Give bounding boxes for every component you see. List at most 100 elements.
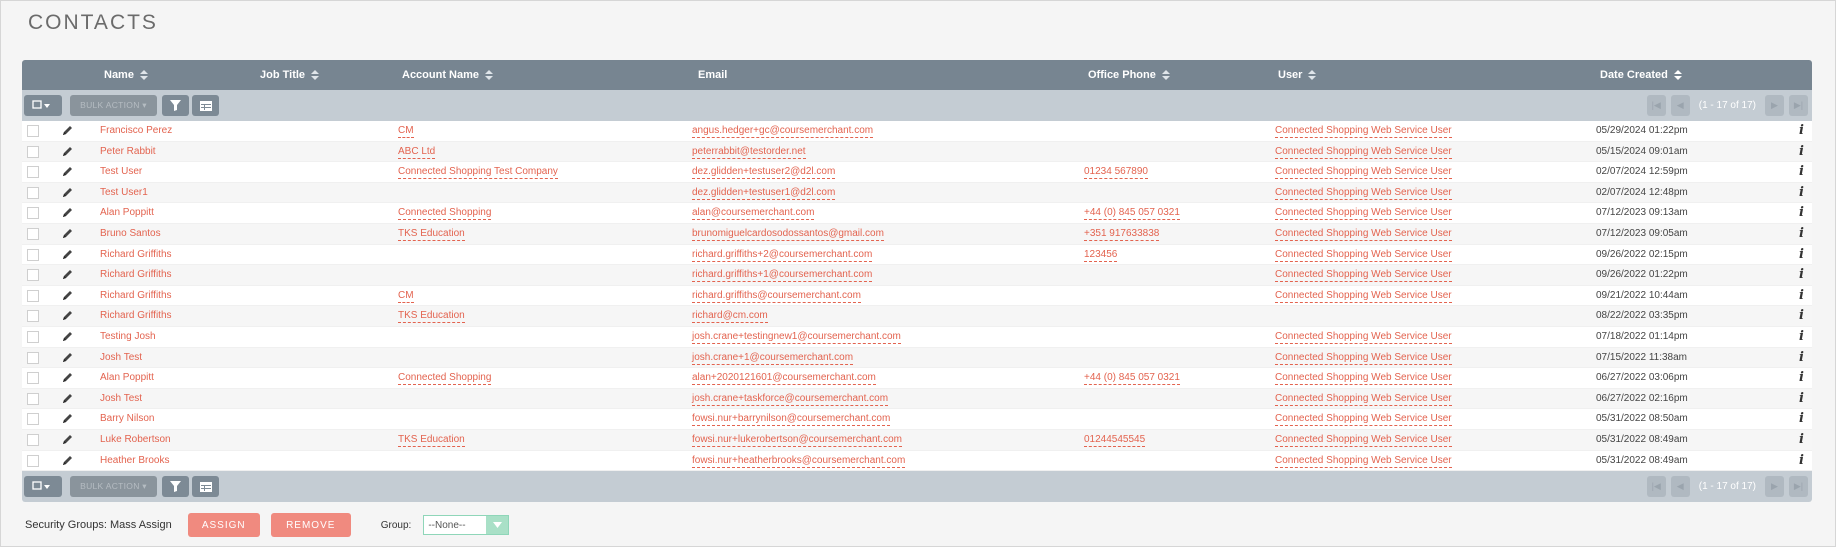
bulk-action-button[interactable]: BULK ACTION ▾ (70, 476, 157, 498)
column-chooser-button[interactable] (192, 95, 219, 116)
pencil-icon[interactable] (62, 393, 74, 404)
row-checkbox[interactable] (27, 433, 39, 446)
row-checkbox[interactable] (27, 227, 39, 240)
office-phone-link[interactable]: +351 917633838 (1084, 228, 1160, 241)
account-name-link[interactable]: TKS Education (398, 310, 465, 324)
contact-name-link[interactable]: Josh Test (100, 393, 142, 404)
bulk-action-button[interactable]: BULK ACTION ▾ (70, 95, 157, 116)
row-checkbox[interactable] (27, 186, 39, 199)
column-header-office-phone[interactable]: Office Phone (1088, 69, 1170, 81)
contact-name-link[interactable]: Richard Griffiths (100, 269, 172, 280)
sort-icon[interactable] (1308, 70, 1317, 80)
assign-button[interactable]: ASSIGN (187, 513, 260, 537)
user-link[interactable]: Connected Shopping Web Service User (1275, 187, 1452, 200)
info-icon[interactable]: i (1799, 411, 1804, 426)
info-icon[interactable]: i (1799, 205, 1804, 220)
info-icon[interactable]: i (1799, 308, 1804, 323)
office-phone-link[interactable]: 123456 (1084, 249, 1118, 262)
first-page-button[interactable]: |◀ (1646, 476, 1666, 498)
email-link[interactable]: richard.griffiths@coursemerchant.com (692, 290, 861, 303)
pencil-icon[interactable] (62, 331, 74, 342)
contact-name-link[interactable]: Peter Rabbit (100, 146, 156, 157)
email-link[interactable]: alan@coursemerchant.com (692, 207, 815, 221)
contact-name-link[interactable]: Heather Brooks (100, 455, 169, 466)
row-checkbox[interactable] (27, 207, 39, 220)
account-name-link[interactable]: CM (398, 290, 414, 303)
column-header-job-title[interactable]: Job Title (260, 69, 320, 81)
prev-page-button[interactable]: ◀ (1670, 476, 1690, 498)
row-checkbox[interactable] (27, 351, 39, 364)
contact-name-link[interactable]: Testing Josh (100, 331, 156, 342)
user-link[interactable]: Connected Shopping Web Service User (1275, 372, 1452, 386)
user-link[interactable]: Connected Shopping Web Service User (1275, 352, 1452, 365)
user-link[interactable]: Connected Shopping Web Service User (1275, 207, 1452, 221)
sort-icon[interactable] (485, 70, 494, 80)
account-name-link[interactable]: CM (398, 125, 414, 138)
column-header-account-name[interactable]: Account Name (402, 69, 494, 81)
contact-name-link[interactable]: Luke Robertson (100, 434, 171, 445)
pencil-icon[interactable] (62, 228, 74, 239)
pencil-icon[interactable] (62, 187, 74, 198)
email-link[interactable]: alan+2020121601@coursemerchant.com (692, 372, 876, 386)
column-header-name[interactable]: Name (104, 69, 148, 81)
column-header-user[interactable]: User (1278, 69, 1317, 81)
filter-button[interactable] (162, 95, 189, 116)
pencil-icon[interactable] (62, 166, 74, 177)
contact-name-link[interactable]: Test User1 (100, 187, 148, 198)
info-icon[interactable]: i (1799, 164, 1804, 179)
email-link[interactable]: fowsi.nur+lukerobertson@coursemerchant.c… (692, 434, 902, 447)
user-link[interactable]: Connected Shopping Web Service User (1275, 290, 1452, 303)
user-link[interactable]: Connected Shopping Web Service User (1275, 146, 1452, 159)
row-checkbox[interactable] (27, 248, 39, 261)
pencil-icon[interactable] (62, 413, 74, 424)
pencil-icon[interactable] (62, 372, 74, 383)
office-phone-link[interactable]: +44 (0) 845 057 0321 (1084, 372, 1180, 386)
filter-button[interactable] (162, 476, 189, 498)
row-checkbox[interactable] (27, 145, 39, 158)
account-name-link[interactable]: TKS Education (398, 434, 465, 447)
info-icon[interactable]: i (1799, 370, 1804, 385)
pencil-icon[interactable] (62, 434, 74, 445)
info-icon[interactable]: i (1799, 453, 1804, 468)
account-name-link[interactable]: Connected Shopping (398, 372, 492, 386)
email-link[interactable]: brunomiguelcardosodossantos@gmail.com (692, 228, 884, 241)
email-link[interactable]: richard.griffiths+1@coursemerchant.com (692, 269, 873, 283)
info-icon[interactable]: i (1799, 350, 1804, 365)
row-checkbox[interactable] (27, 310, 39, 323)
row-checkbox[interactable] (27, 392, 39, 405)
sort-icon[interactable] (139, 70, 148, 80)
last-page-button[interactable]: ▶| (1789, 95, 1808, 116)
pencil-icon[interactable] (62, 207, 74, 218)
email-link[interactable]: peterrabbit@testorder.net (692, 146, 806, 159)
group-select[interactable]: --None-- (423, 515, 510, 535)
user-link[interactable]: Connected Shopping Web Service User (1275, 228, 1452, 241)
contact-name-link[interactable]: Alan Poppitt (100, 207, 154, 218)
sort-icon[interactable] (1161, 70, 1170, 80)
contact-name-link[interactable]: Bruno Santos (100, 228, 161, 239)
email-link[interactable]: dez.glidden+testuser1@d2l.com (692, 187, 836, 200)
contact-name-link[interactable]: Alan Poppitt (100, 372, 154, 383)
email-link[interactable]: fowsi.nur+heatherbrooks@coursemerchant.c… (692, 455, 906, 468)
sort-icon[interactable] (1673, 70, 1682, 80)
user-link[interactable]: Connected Shopping Web Service User (1275, 331, 1452, 344)
first-page-button[interactable]: |◀ (1646, 95, 1666, 116)
row-checkbox[interactable] (27, 125, 39, 137)
pencil-icon[interactable] (62, 146, 74, 157)
row-checkbox[interactable] (27, 289, 39, 302)
email-link[interactable]: richard.griffiths+2@coursemerchant.com (692, 249, 873, 262)
info-icon[interactable]: i (1799, 432, 1804, 447)
office-phone-link[interactable]: 01244545545 (1084, 434, 1146, 447)
contact-name-link[interactable]: Josh Test (100, 352, 142, 363)
info-icon[interactable]: i (1799, 247, 1804, 262)
pencil-icon[interactable] (62, 310, 74, 321)
pencil-icon[interactable] (62, 249, 74, 260)
office-phone-link[interactable]: +44 (0) 845 057 0321 (1084, 207, 1180, 221)
info-icon[interactable]: i (1799, 144, 1804, 159)
contact-name-link[interactable]: Richard Griffiths (100, 310, 172, 321)
remove-button[interactable]: REMOVE (270, 513, 351, 537)
pencil-icon[interactable] (62, 352, 74, 363)
user-link[interactable]: Connected Shopping Web Service User (1275, 455, 1452, 468)
row-checkbox[interactable] (27, 330, 39, 343)
info-icon[interactable]: i (1799, 391, 1804, 406)
contact-name-link[interactable]: Test User (100, 166, 142, 177)
